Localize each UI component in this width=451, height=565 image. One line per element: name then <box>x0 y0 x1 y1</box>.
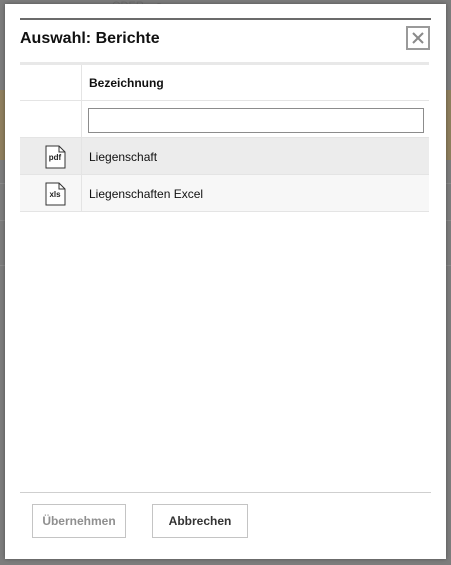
row-label-cell: Liegenschaften Excel <box>82 175 429 211</box>
table-row[interactable]: xls Liegenschaften Excel <box>20 175 429 212</box>
dialog-top-border <box>20 18 431 20</box>
report-name: Liegenschaft <box>89 150 158 164</box>
filter-cell <box>82 101 429 137</box>
report-name: Liegenschaften Excel <box>89 187 204 201</box>
column-header-label: Bezeichnung <box>89 76 164 90</box>
close-icon <box>412 32 424 44</box>
apply-button[interactable]: Übernehmen <box>32 504 126 538</box>
footer-divider <box>20 492 431 493</box>
cancel-button[interactable]: Abbrechen <box>152 504 248 538</box>
table-row[interactable]: pdf Liegenschaft <box>20 138 429 175</box>
filter-row <box>20 101 429 138</box>
header-icon-cell <box>20 65 82 100</box>
column-header-bezeichnung[interactable]: Bezeichnung <box>82 65 429 100</box>
pdf-file-icon: pdf <box>45 145 67 169</box>
file-type-label: xls <box>49 190 61 199</box>
xls-file-icon: xls <box>45 182 67 206</box>
filter-icon-cell <box>20 101 82 137</box>
row-label-cell: Liegenschaft <box>82 138 429 174</box>
close-button[interactable] <box>406 26 430 50</box>
file-type-label: pdf <box>48 153 62 162</box>
dialog-title: Auswahl: Berichte <box>20 30 160 47</box>
filter-input[interactable] <box>88 108 424 133</box>
report-table: Bezeichnung pdf Liegenschaft xls Liegens… <box>20 62 429 212</box>
row-icon-cell: xls <box>20 175 82 211</box>
report-selection-dialog: Auswahl: Berichte Bezeichnung pdf Liegen… <box>5 4 446 559</box>
table-header-row: Bezeichnung <box>20 65 429 101</box>
row-icon-cell: pdf <box>20 138 82 174</box>
